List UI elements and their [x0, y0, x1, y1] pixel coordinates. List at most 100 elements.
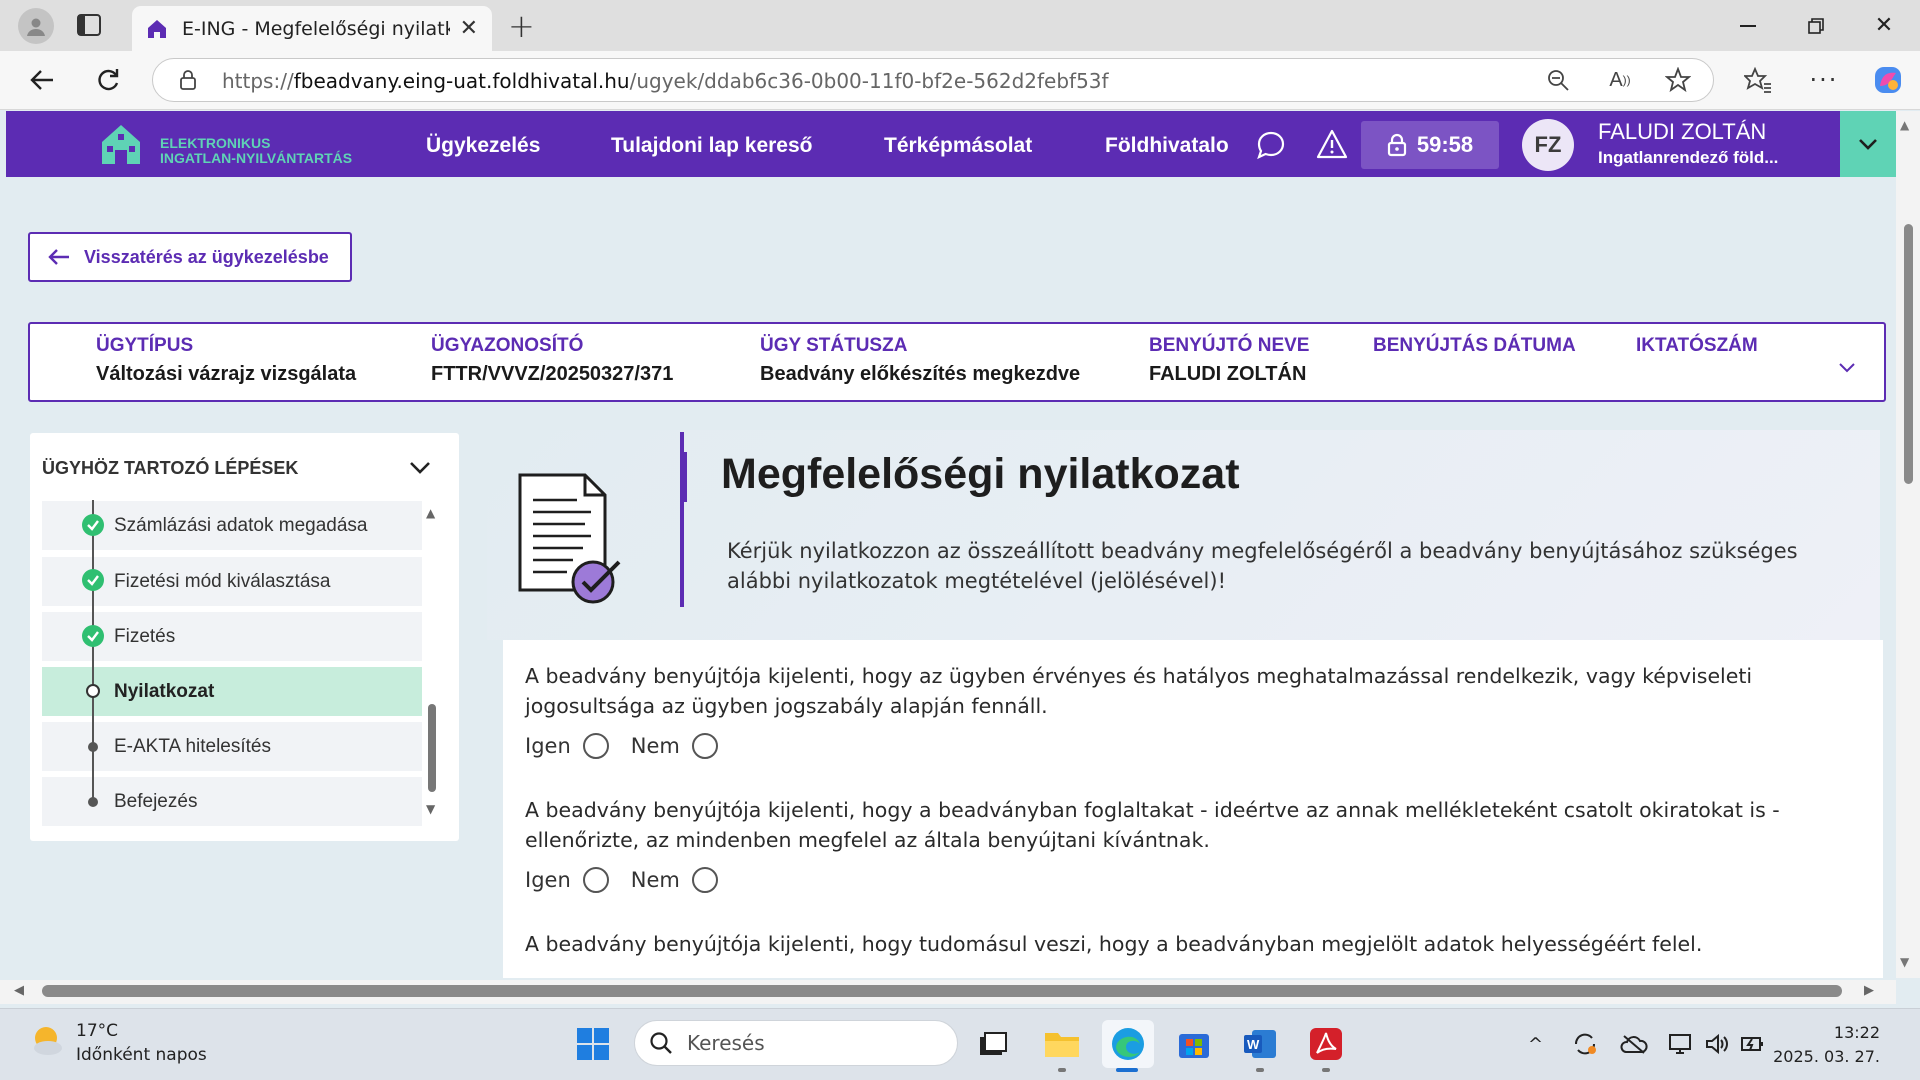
no-radio[interactable] — [691, 867, 718, 893]
taskbar-clock[interactable]: 13:22 2025. 03. 27. — [1760, 1021, 1880, 1069]
favorite-star-icon[interactable] — [1656, 58, 1700, 102]
case-info-submitter: BENYÚJTÓ NEVE FALUDI ZOLTÁN — [1149, 335, 1309, 386]
app-brand[interactable]: ELEKTRONIKUS INGATLAN-NYILVÁNTARTÁS — [160, 136, 352, 166]
registry-number-label: IKTATÓSZÁM — [1636, 335, 1758, 356]
close-window-icon[interactable]: ✕ — [1854, 0, 1914, 51]
app-logo-icon[interactable] — [100, 122, 142, 166]
submitter-name-value: FALUDI ZOLTÁN — [1149, 363, 1307, 385]
nav-foldhivatalok[interactable]: Földhivatalo — [1105, 134, 1231, 158]
minimize-icon[interactable] — [1718, 0, 1778, 51]
weather-sun-icon[interactable] — [26, 1020, 66, 1064]
copilot-icon[interactable] — [1866, 58, 1910, 102]
declaration-question-2: A beadvány benyújtója kijelenti, hogy a … — [525, 798, 1780, 852]
case-status-value: Beadvány előkészítés megkezdve — [760, 363, 1081, 385]
weather-temperature[interactable]: 17°C — [76, 1021, 118, 1041]
declaration-question-1: A beadvány benyújtója kijelenti, hogy az… — [525, 664, 1753, 718]
tab-actions-icon[interactable] — [76, 13, 102, 37]
step-label: Nyilatkozat — [114, 680, 215, 702]
word-icon[interactable]: W — [1234, 1020, 1286, 1068]
steps-scroll-thumb[interactable] — [428, 704, 436, 792]
case-type-value: Változási vázrajz vizsgálata — [96, 363, 357, 385]
nav-tulajdoni-lap-kereso[interactable]: Tulajdoni lap kereső — [611, 134, 813, 158]
steps-scroll-down-arrow-icon[interactable]: ▼ — [426, 802, 435, 816]
file-explorer-icon[interactable] — [1036, 1020, 1088, 1068]
user-role[interactable]: Ingatlanrendező föld... — [1598, 148, 1778, 168]
document-check-icon — [515, 470, 625, 614]
scroll-down-arrow-icon[interactable]: ▼ — [1900, 955, 1909, 969]
steps-title: ÜGYHÖZ TARTOZÓ LÉPÉSEK — [42, 458, 299, 478]
scroll-right-arrow-icon[interactable]: ▶ — [1864, 983, 1874, 998]
no-radio[interactable] — [691, 733, 718, 759]
step-done-check-icon — [82, 625, 104, 647]
sync-icon[interactable] — [1572, 1032, 1598, 1060]
refresh-icon[interactable] — [86, 58, 130, 102]
steps-collapse-chevron-icon[interactable] — [409, 460, 431, 479]
declaration-question-3: A beadvány benyújtója kijelenti, hogy tu… — [525, 932, 1703, 956]
new-tab-icon[interactable]: + — [508, 7, 535, 45]
no-label: Nem — [630, 734, 680, 758]
weather-description[interactable]: Időnként napos — [76, 1045, 207, 1065]
edge-browser-icon[interactable] — [1102, 1020, 1154, 1068]
acrobat-icon[interactable] — [1300, 1020, 1352, 1068]
url-text[interactable]: https://fbeadvany.eing-uat.foldhivatal.h… — [222, 69, 1109, 93]
volume-icon[interactable] — [1704, 1032, 1730, 1060]
back-to-case-management-button[interactable]: Visszatérés az ügykezelésbe — [28, 232, 352, 282]
step-pending-dot-icon — [88, 742, 98, 752]
microsoft-store-icon[interactable] — [1168, 1020, 1220, 1068]
taskbar-search[interactable]: Keresés — [634, 1020, 958, 1066]
case-type-label: ÜGYTÍPUS — [96, 335, 194, 356]
submission-date-label: BENYÚJTÁS DÁTUMA — [1373, 335, 1576, 356]
url-path: /ugyek/ddab6c36-0b00-11f0-bf2e-562d2febf… — [629, 69, 1109, 93]
user-name[interactable]: FALUDI ZOLTÁN — [1598, 119, 1766, 145]
case-status-label: ÜGY STÁTUSZA — [760, 335, 908, 356]
warning-icon[interactable] — [1316, 129, 1348, 163]
running-indicator — [1256, 1068, 1264, 1072]
tab-close-icon[interactable]: ✕ — [460, 16, 478, 41]
step-label: Befejezés — [114, 790, 198, 812]
page-scroll-thumb[interactable] — [1904, 224, 1913, 484]
yes-radio[interactable] — [582, 733, 609, 759]
declaration-options-1: Igen Nem — [525, 733, 740, 759]
step-item-finish[interactable]: Befejezés — [42, 777, 422, 826]
user-menu-chevron-icon[interactable] — [1840, 111, 1896, 177]
steps-timeline-line — [92, 500, 94, 805]
brand-line-1: ELEKTRONIKUS — [160, 135, 271, 151]
more-menu-icon[interactable]: ··· — [1802, 58, 1846, 102]
user-avatar[interactable]: FZ — [1522, 119, 1574, 171]
step-label: E-AKTA hitelesítés — [114, 735, 271, 757]
case-info-status: ÜGY STÁTUSZA Beadvány előkészítés megkez… — [760, 335, 1080, 386]
yes-radio[interactable] — [582, 867, 609, 893]
tab-title: E-ING - Megfelelőségi nyilatkozat — [182, 17, 450, 40]
onedrive-offline-icon[interactable] — [1620, 1034, 1648, 1058]
case-id-value: FTTR/VVVZ/20250327/371 — [431, 363, 674, 385]
windows-start-icon[interactable] — [567, 1020, 619, 1068]
profile-icon[interactable] — [18, 8, 54, 44]
zoom-out-icon[interactable] — [1536, 58, 1580, 102]
title-accent-bar-thick — [681, 452, 687, 502]
read-aloud-icon[interactable]: A)) — [1598, 58, 1642, 102]
step-item-e-akta[interactable]: E-AKTA hitelesítés — [42, 722, 422, 771]
back-icon[interactable] — [20, 58, 64, 102]
horizontal-scroll-thumb[interactable] — [42, 985, 1842, 997]
session-timer[interactable]: 59:58 — [1361, 121, 1499, 169]
declaration-options-2: Igen Nem — [525, 867, 740, 893]
no-label: Nem — [630, 868, 680, 892]
network-icon[interactable] — [1668, 1032, 1694, 1060]
chat-icon[interactable] — [1256, 130, 1286, 164]
task-view-icon[interactable] — [967, 1020, 1019, 1068]
browser-tab-active[interactable]: E-ING - Megfelelőségi nyilatkozat ✕ — [132, 6, 492, 51]
scroll-up-arrow-icon[interactable]: ▲ — [1900, 118, 1909, 132]
page-description: Kérjük nyilatkozzon az összeállított bea… — [727, 539, 1798, 593]
restore-icon[interactable] — [1786, 0, 1846, 51]
step-done-check-icon — [82, 569, 104, 591]
url-scheme: https:// — [222, 69, 294, 93]
url-host: fbeadvany.eing-uat.foldhivatal.hu — [293, 69, 630, 93]
tray-overflow-chevron-icon[interactable]: ^ — [1528, 1034, 1543, 1055]
steps-scroll-up-arrow-icon[interactable]: ▲ — [426, 506, 435, 520]
lock-icon[interactable] — [178, 69, 198, 95]
favorites-icon[interactable] — [1736, 58, 1780, 102]
scroll-left-arrow-icon[interactable]: ◀ — [14, 983, 24, 998]
case-info-expand-chevron-icon[interactable] — [1838, 358, 1856, 377]
nav-ugykezeles[interactable]: Ügykezelés — [426, 134, 540, 158]
nav-terkepmasolat[interactable]: Térképmásolat — [884, 134, 1032, 158]
